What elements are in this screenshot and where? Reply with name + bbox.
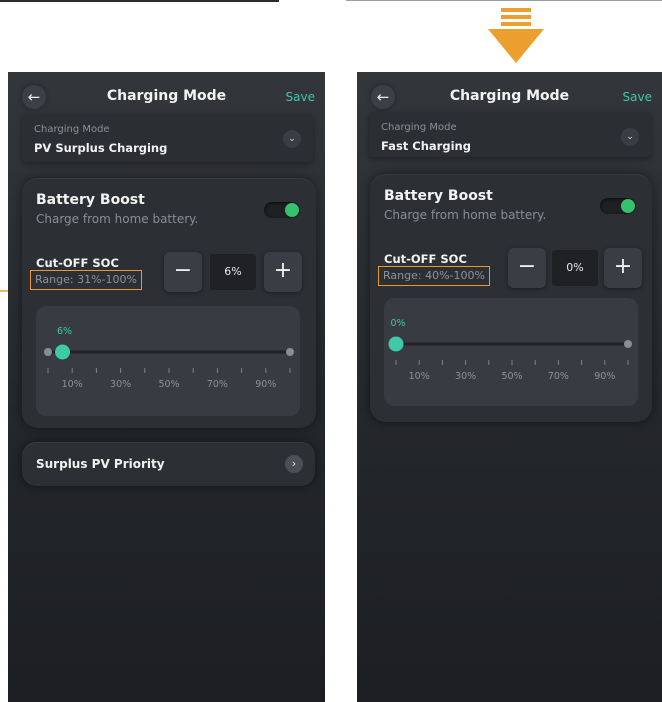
- charging-mode-label: Charging Mode: [381, 122, 457, 133]
- slider-tick-label: 30%: [110, 379, 131, 390]
- slider-handle: [388, 336, 404, 352]
- surplus-pv-priority-label: Surplus PV Priority: [36, 457, 165, 471]
- slider-tick-label: 30%: [455, 371, 476, 382]
- soc-slider[interactable]: 10% 30% 50% 70% 90% 0%: [384, 298, 638, 406]
- charging-mode-value: PV Surplus Charging: [34, 141, 168, 155]
- battery-boost-title: Battery Boost: [384, 188, 493, 204]
- toggle-knob: [285, 203, 299, 217]
- charging-mode-label: Charging Mode: [34, 124, 110, 135]
- charging-mode-select[interactable]: Charging Mode PV Surplus Charging ⌄: [22, 114, 313, 162]
- slider-tick-label: 50%: [158, 379, 179, 390]
- decrement-button[interactable]: −: [164, 252, 202, 292]
- save-button[interactable]: Save: [286, 90, 315, 104]
- decrement-button[interactable]: −: [508, 248, 546, 288]
- battery-boost-title: Battery Boost: [36, 192, 145, 208]
- chevron-right-icon[interactable]: ›: [285, 455, 303, 473]
- slider-handle: [55, 344, 71, 360]
- battery-boost-card: Battery Boost Charge from home battery. …: [22, 178, 316, 428]
- app-header: ← Charging Mode Save: [357, 82, 662, 112]
- chevron-down-icon[interactable]: ⌄: [283, 130, 301, 148]
- soc-value-input[interactable]: 0%: [552, 250, 598, 286]
- slider-max-dot: [286, 348, 294, 356]
- save-button[interactable]: Save: [623, 90, 652, 104]
- charging-mode-value: Fast Charging: [381, 139, 471, 153]
- top-divider-left: [0, 0, 279, 2]
- soc-slider[interactable]: 10% 30% 50% 70% 90% 6%: [36, 306, 300, 416]
- slider-tick-label: 10%: [62, 379, 83, 390]
- soc-slider-panel: 10% 30% 50% 70% 90% 6%: [36, 306, 300, 416]
- charging-mode-select[interactable]: Charging Mode Fast Charging ⌄: [369, 112, 651, 157]
- battery-boost-toggle[interactable]: [600, 198, 636, 214]
- chevron-down-icon[interactable]: ⌄: [621, 128, 639, 146]
- down-arrow-icon: [488, 8, 544, 68]
- battery-boost-card: Battery Boost Charge from home battery. …: [370, 174, 652, 422]
- phone-screen-fast-charging: ← Charging Mode Save Charging Mode Fast …: [357, 72, 662, 702]
- soc-stepper: − 6% +: [164, 252, 302, 292]
- slider-tick-label: 90%: [594, 371, 615, 382]
- phone-screen-pv-surplus: ← Charging Mode Save Charging Mode PV Su…: [8, 72, 325, 702]
- slider-tick-label: 10%: [409, 371, 430, 382]
- cutoff-soc-label: Cut-OFF SOC: [384, 252, 467, 266]
- battery-boost-subtitle: Charge from home battery.: [384, 208, 547, 222]
- slider-tick-label: 50%: [501, 371, 522, 382]
- top-divider-right: [346, 0, 662, 1]
- page-title: Charging Mode: [106, 88, 227, 104]
- slider-value-label: 6%: [57, 326, 72, 337]
- soc-range-label: Range: 40%-100%: [378, 266, 490, 286]
- increment-button[interactable]: +: [264, 252, 302, 292]
- cutoff-soc-label: Cut-OFF SOC: [36, 256, 119, 270]
- battery-boost-subtitle: Charge from home battery.: [36, 212, 199, 226]
- soc-range-label: Range: 31%-100%: [30, 270, 142, 290]
- page-title: Charging Mode: [449, 88, 570, 104]
- slider-min-dot: [44, 348, 52, 356]
- soc-value-input[interactable]: 6%: [210, 254, 256, 290]
- battery-boost-toggle[interactable]: [264, 202, 300, 218]
- app-header: ← Charging Mode Save: [8, 82, 325, 112]
- slider-value-label: 0%: [390, 318, 405, 329]
- slider-tick-label: 70%: [548, 371, 569, 382]
- increment-button[interactable]: +: [604, 248, 642, 288]
- slider-tick-label: 70%: [207, 379, 228, 390]
- toggle-knob: [621, 199, 635, 213]
- soc-stepper: − 0% +: [508, 248, 642, 288]
- slider-tick-label: 90%: [255, 379, 276, 390]
- slider-max-dot: [624, 340, 632, 348]
- soc-slider-panel: 10% 30% 50% 70% 90% 0%: [384, 298, 638, 406]
- surplus-pv-priority-row[interactable]: Surplus PV Priority ›: [22, 442, 315, 486]
